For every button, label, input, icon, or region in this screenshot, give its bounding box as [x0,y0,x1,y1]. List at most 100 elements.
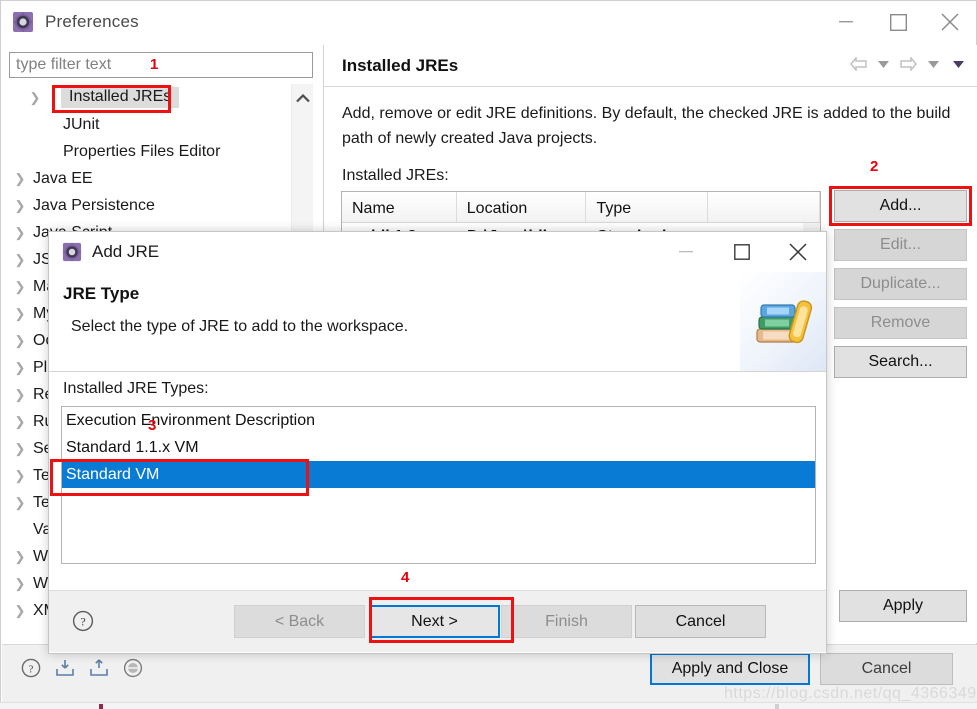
tree-item-label: Java EE [33,169,93,187]
add-button[interactable]: Add... [834,190,967,222]
window-title: Preferences [45,12,139,31]
dialog-header-title: JRE Type [63,284,140,303]
dialog-minimize-icon[interactable] [658,232,714,272]
chevron-right-icon[interactable]: ❯ [9,495,31,511]
table-column-header[interactable]: Location [457,192,587,222]
chevron-right-icon[interactable]: ❯ [9,252,31,268]
jre-type-option[interactable]: Execution Environment Description [62,407,815,434]
dialog-body: Installed JRE Types: Execution Environme… [49,372,826,590]
chevron-right-icon[interactable]: ❯ [9,225,31,241]
add-jre-dialog: Add JRE JRE Type Select the type of JRE … [48,231,827,654]
jre-button-column: Add... Edit... Duplicate... Remove Search... [834,190,967,385]
strip-tick-a [99,704,103,709]
watermark-text: https://blog.csdn.net/qq_43663493 [724,685,977,702]
books-stack-icon [740,272,826,371]
maximize-icon[interactable] [872,1,924,43]
chevron-right-icon[interactable]: ❯ [9,306,31,322]
annotation-marker-2: 2 [870,158,879,175]
chevron-right-icon[interactable]: ❯ [9,549,31,565]
panel-nav-icons [847,53,969,75]
chevron-right-icon[interactable]: ❯ [9,360,31,376]
chevron-right-icon[interactable]: ❯ [9,468,31,484]
table-column-header[interactable]: Name [342,192,457,222]
screenshot-root: Preferences type filter text 1 ❯ Installe… [0,0,977,709]
chevron-right-icon[interactable]: ❯ [9,90,61,106]
chevron-right-icon[interactable]: ❯ [9,387,31,403]
chevron-right-icon[interactable]: ❯ [9,603,31,619]
tree-item-label: Installed JREs [61,87,180,108]
close-icon[interactable] [924,1,976,43]
annotation-marker-1: 1 [150,56,159,73]
preferences-titlebar: Preferences [1,1,976,43]
table-header-row: Name Location Type [342,192,820,223]
dialog-close-icon[interactable] [770,232,826,272]
help-icon[interactable]: ? [71,609,95,633]
installed-jres-label: Installed JREs: [342,167,449,184]
search-button[interactable]: Search... [834,346,967,378]
svg-text:?: ? [29,664,34,676]
window-controls [820,1,976,43]
chevron-up-icon[interactable] [292,88,314,108]
dialog-title: Add JRE [92,242,160,261]
filter-placeholder: type filter text [16,56,112,73]
page-title: Installed JREs [342,55,459,75]
table-column-header[interactable] [708,192,820,222]
jre-type-option[interactable]: Standard 1.1.x VM [62,434,815,461]
finish-button: Finish [501,605,632,638]
dialog-maximize-icon[interactable] [714,232,770,272]
tree-item-label: JUnit [63,115,100,133]
eclipse-gear-icon [61,241,83,263]
tree-item-installed-jres[interactable]: ❯ Installed JREs [9,84,313,111]
back-arrow-icon[interactable] [847,53,869,75]
edit-button: Edit... [834,229,967,261]
chevron-right-icon[interactable]: ❯ [9,333,31,349]
filter-input[interactable]: type filter text 1 [9,52,313,78]
help-icon[interactable]: ? [20,657,42,679]
chevron-right-icon[interactable]: ❯ [9,441,31,457]
preferences-cancel-button[interactable]: Cancel [820,653,953,685]
tree-item-properties-files-editor[interactable]: Properties Files Editor [9,138,313,165]
chevron-right-icon[interactable]: ❯ [9,576,31,592]
dialog-footer: ? < Back Next > Finish Cancel [49,590,826,652]
tree-item-junit[interactable]: JUnit [9,111,313,138]
chevron-right-icon[interactable]: ❯ [9,198,31,214]
bottom-bar-icons: ? [20,657,144,679]
view-menu-dropdown-icon[interactable] [947,53,969,75]
back-dropdown-icon[interactable] [872,53,894,75]
eclipse-gear-icon [11,10,35,34]
dialog-header: JRE Type Select the type of JRE to add t… [49,272,826,372]
forward-arrow-icon[interactable] [897,53,919,75]
cancel-button[interactable]: Cancel [635,605,766,638]
dialog-header-subtitle: Select the type of JRE to add to the wor… [71,318,409,335]
minimize-icon[interactable] [820,1,872,43]
tree-item-label: Properties Files Editor [63,142,221,160]
remove-button: Remove [834,307,967,339]
jre-type-option[interactable]: Standard VM [62,461,815,488]
tree-item-label: Java Persistence [33,196,155,214]
svg-text:?: ? [80,615,85,629]
export-icon[interactable] [88,657,110,679]
strip-tick-b [775,704,779,709]
installed-jre-types-label: Installed JRE Types: [63,380,209,397]
tree-item-java-ee[interactable]: ❯ Java EE [9,165,313,192]
annotation-marker-3: 3 [148,417,157,434]
chevron-right-icon[interactable]: ❯ [9,171,31,187]
import-icon[interactable] [54,657,76,679]
taskbar-strip [0,702,977,709]
duplicate-button: Duplicate... [834,268,967,300]
jre-type-listbox[interactable]: Execution Environment Description Standar… [61,406,816,564]
apply-button[interactable]: Apply [839,590,967,622]
panel-body: Add, remove or edit JRE definitions. By … [324,87,977,185]
table-column-header[interactable]: Type [586,192,709,222]
chevron-right-icon[interactable]: ❯ [9,279,31,295]
annotation-marker-4: 4 [401,569,410,586]
next-button[interactable]: Next > [369,605,500,638]
panel-description: Add, remove or edit JRE definitions. By … [342,105,951,147]
forward-dropdown-icon[interactable] [922,53,944,75]
apply-and-close-button[interactable]: Apply and Close [650,653,810,685]
dialog-titlebar: Add JRE [49,232,826,272]
tree-item-java-persistence[interactable]: ❯ Java Persistence [9,192,313,219]
back-button: < Back [234,605,365,638]
chevron-right-icon[interactable]: ❯ [9,414,31,430]
restore-defaults-icon[interactable] [122,657,144,679]
